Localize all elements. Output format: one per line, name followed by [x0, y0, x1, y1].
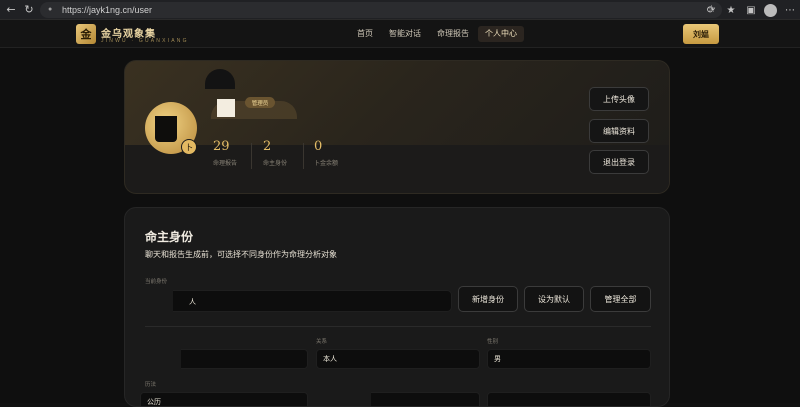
stat-balance: 0 卜金余额 [314, 139, 338, 167]
cover-shape [205, 69, 235, 89]
relation-input[interactable]: 本人 [316, 349, 480, 369]
lock-icon: ● [48, 6, 53, 13]
birth-time-input[interactable] [487, 392, 651, 406]
url-text: https://jayk1ng.cn/user [62, 5, 153, 15]
identity-card: 命主身份 聊天和报告生成前，可选择不同身份作为命理分析对象 当前身份 人 新增身… [124, 207, 670, 407]
stat-value: 2 [263, 139, 272, 154]
logout-button[interactable]: 退出登录 [589, 150, 649, 174]
section-title: 命主身份 [145, 230, 194, 244]
avatar-figure [155, 116, 177, 142]
divider [145, 326, 651, 327]
back-arrow-icon[interactable]: ← [2, 1, 20, 19]
redacted-area [135, 336, 181, 370]
manage-all-button[interactable]: 管理全部 [590, 286, 651, 312]
identity-select-value: 人 [189, 298, 196, 306]
gender-input[interactable]: 男 [487, 349, 651, 369]
reload-icon[interactable]: ↻ [20, 1, 38, 19]
field-label-gender: 性别 [487, 339, 499, 345]
stat-divider [303, 143, 304, 169]
extension-icon[interactable]: ⟳ [701, 5, 721, 16]
stat-divider [251, 143, 252, 169]
logo-subtitle: JINWU · GUANXIANG [101, 38, 189, 44]
profile-card: 卜 管理员 29 命理报告 2 命主身份 0 卜金余额 上传头像 编辑资料 退出… [124, 60, 670, 194]
section-subtitle: 聊天和报告生成前，可选择不同身份作为命理分析对象 [145, 250, 337, 259]
nav-home[interactable]: 首页 [350, 26, 380, 42]
nav-profile[interactable]: 个人中心 [478, 26, 524, 42]
collections-icon[interactable]: ▣ [741, 5, 761, 16]
profile-avatar[interactable] [764, 3, 777, 17]
menu-icon[interactable]: ⋯ [780, 5, 800, 16]
stat-reports: 29 命理报告 [213, 139, 237, 167]
set-default-button[interactable]: 设为默认 [524, 286, 584, 312]
user-menu-button[interactable]: 刘媪 [683, 24, 719, 44]
nav-reports[interactable]: 命理报告 [430, 26, 476, 42]
main-nav: 首页 智能对话 命理报告 个人中心 [350, 26, 526, 42]
address-bar[interactable]: ● https://jayk1ng.cn/user ☆ [40, 2, 722, 18]
username-placeholder [217, 99, 235, 117]
stat-label: 命理报告 [213, 160, 238, 167]
stat-label: 卜金余额 [314, 160, 339, 167]
favorites-icon[interactable]: ★ [721, 5, 741, 16]
identity-select[interactable]: 人 [140, 290, 452, 312]
browser-toolbar: ← ↻ ● https://jayk1ng.cn/user ☆ ⟳ ★ ▣ ⋯ [0, 0, 800, 20]
stat-value: 0 [314, 139, 323, 154]
add-identity-button[interactable]: 新增身份 [458, 286, 518, 312]
site-header: 金 金乌观象集 JINWU · GUANXIANG 首页 智能对话 命理报告 个… [0, 20, 800, 48]
role-badge: 管理员 [245, 97, 275, 108]
current-identity-label: 当前身份 [145, 279, 168, 285]
calendar-select[interactable]: 公历 [140, 392, 308, 406]
field-label-relation: 关系 [316, 339, 328, 345]
upload-avatar-button[interactable]: 上传头像 [589, 87, 649, 111]
nav-chat[interactable]: 智能对话 [382, 26, 428, 42]
edit-profile-button[interactable]: 编辑资料 [589, 119, 649, 143]
stat-value: 29 [213, 139, 230, 154]
avatar-badge: 卜 [181, 139, 197, 155]
stat-label: 命主身份 [263, 160, 288, 167]
logo-icon[interactable]: 金 [76, 24, 96, 44]
browser-actions: ⟳ ★ ▣ ⋯ [701, 0, 800, 20]
field-label-calendar: 历法 [145, 382, 157, 388]
stat-identities: 2 命主身份 [263, 139, 287, 167]
redacted-area [135, 288, 173, 316]
